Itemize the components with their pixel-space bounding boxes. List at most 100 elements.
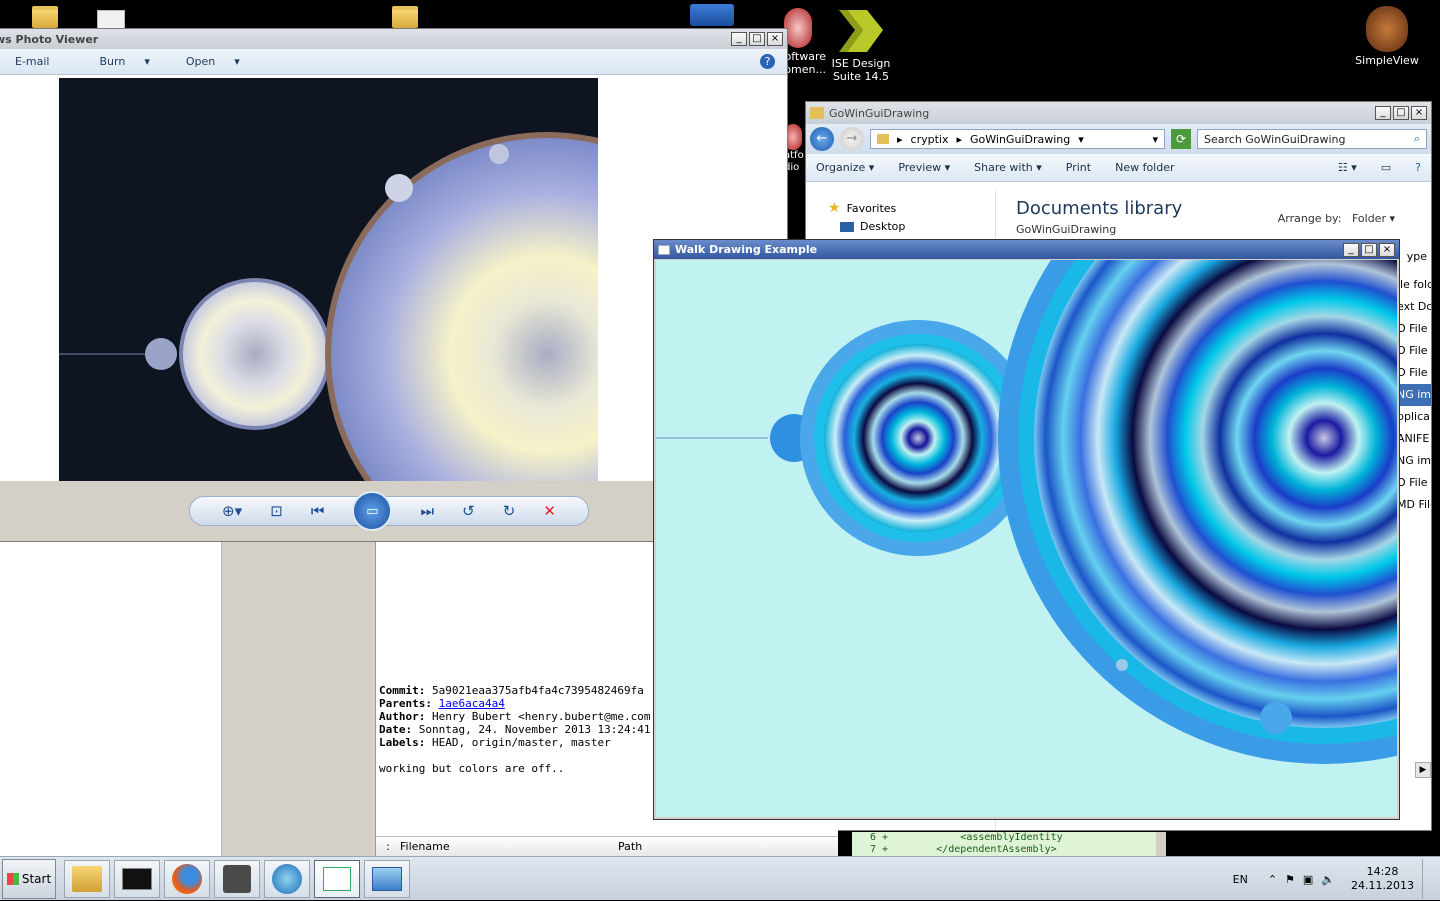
slideshow-button[interactable]: ▭ [352, 491, 393, 531]
taskbar-sublime[interactable] [214, 859, 260, 898]
desktop-shortcut-ise[interactable]: ISE Design Suite 14.5 [826, 8, 896, 83]
taskbar-sourcetree[interactable] [264, 859, 310, 898]
close-button[interactable]: × [767, 32, 783, 46]
rotate-ccw-icon[interactable]: ↺ [462, 502, 475, 520]
close-button[interactable]: × [1411, 106, 1427, 120]
list-item[interactable]: O File [1397, 340, 1431, 362]
flag-icon[interactable]: ⚑ [1285, 873, 1295, 886]
desktop-folder-icon[interactable] [10, 6, 80, 30]
arrange-by[interactable]: Arrange by: Folder ▾ [1278, 212, 1395, 225]
share-with-button[interactable]: Share with ▾ [974, 161, 1042, 174]
taskbar-firefox[interactable] [164, 859, 210, 898]
pane-icon[interactable]: ▭ [1381, 161, 1391, 174]
nav-item-favorites[interactable]: ★ Favorites [806, 190, 995, 216]
column-header-filename[interactable]: Filename [400, 840, 618, 853]
help-icon[interactable]: ? [1415, 161, 1421, 174]
breadcrumb[interactable]: ▸ cryptix ▸ GoWinGuiDrawing ▾ ▾ [870, 129, 1165, 149]
minimize-button[interactable]: _ [1343, 242, 1359, 257]
volume-icon[interactable]: 🔈 [1321, 873, 1335, 886]
diff-line: 6 + <assemblyIdentity [870, 832, 1063, 843]
taskbar-cmd[interactable] [114, 859, 160, 898]
search-icon[interactable]: ⌕ [1414, 132, 1420, 146]
fractal-drawing [656, 260, 1397, 764]
taskbar-photo-viewer[interactable] [364, 859, 410, 898]
email-menu[interactable]: E-mail [0, 55, 62, 68]
next-icon[interactable]: ⏭ [420, 502, 434, 520]
refresh-button[interactable]: ⟳ [1171, 129, 1191, 149]
breadcrumb-item[interactable]: GoWinGuiDrawing [970, 133, 1070, 146]
controls-pill: ⊕▾ ⊡ ⏮ ▭ ⏭ ↺ ↻ ✕ [189, 491, 589, 531]
burn-menu[interactable]: Burn ▾ [62, 55, 162, 68]
maximize-button[interactable]: □ [1393, 106, 1409, 120]
taskbar: Start EN ⌃ ⚑ ▣ 🔈 14:28 24.11.2013 [0, 856, 1440, 900]
start-button[interactable]: Start [2, 858, 56, 899]
network-icon[interactable]: ▣ [1303, 873, 1313, 886]
rotate-cw-icon[interactable]: ↻ [503, 502, 516, 520]
list-item[interactable]: ANIFE [1397, 428, 1431, 450]
previous-icon[interactable]: ⏮ [311, 502, 325, 520]
fit-icon[interactable]: ⊡ [270, 502, 283, 520]
scroll-right-button[interactable]: ▶ [1415, 762, 1431, 778]
zoom-icon[interactable]: ⊕▾ [222, 502, 242, 520]
scrollbar[interactable] [1156, 832, 1166, 856]
library-subtitle: GoWinGuiDrawing [1016, 223, 1117, 236]
file-type-column: ile fold ext Do O File O File O File NG … [1397, 274, 1431, 516]
drawing-canvas[interactable] [656, 260, 1397, 817]
folder-icon [810, 107, 824, 119]
delete-icon[interactable]: ✕ [543, 502, 556, 520]
list-item[interactable]: MD File [1397, 494, 1431, 516]
list-item-selected[interactable]: NG ima [1397, 384, 1431, 406]
desktop-app-icon[interactable] [677, 4, 747, 28]
list-item[interactable]: NG ima [1397, 450, 1431, 472]
library-title: Documents library [1016, 198, 1183, 219]
view-icon[interactable]: ☷ ▾ [1338, 161, 1357, 174]
chevron-down-icon[interactable]: ▾ [1152, 133, 1158, 146]
list-item[interactable]: ext Do [1397, 296, 1431, 318]
preview-button[interactable]: Preview ▾ [898, 161, 950, 174]
walk-drawing-window[interactable]: Walk Drawing Example _ □ × [653, 239, 1400, 820]
maximize-button[interactable]: □ [749, 32, 765, 46]
list-item[interactable]: O File [1397, 318, 1431, 340]
back-button[interactable]: ← [810, 127, 834, 151]
close-button[interactable]: × [1379, 242, 1395, 257]
list-item[interactable]: O File [1397, 472, 1431, 494]
parents-label: Parents: [379, 697, 432, 710]
parent-link[interactable]: 1ae6aca4a4 [439, 697, 505, 710]
open-menu[interactable]: Open ▾ [162, 55, 252, 68]
nav-item-desktop[interactable]: Desktop [806, 216, 995, 233]
photo-viewer-titlebar[interactable]: ws Photo Viewer _ □ × [0, 29, 787, 49]
list-item[interactable]: ile fold [1397, 274, 1431, 296]
minimize-button[interactable]: _ [1375, 106, 1391, 120]
search-input[interactable]: Search GoWinGuiDrawing ⌕ [1197, 129, 1427, 149]
desktop-folder-icon-2[interactable] [370, 6, 440, 30]
language-indicator[interactable]: EN [1233, 873, 1248, 886]
show-desktop-button[interactable] [1422, 859, 1436, 899]
organize-button[interactable]: Organize ▾ [816, 161, 874, 174]
minimize-button[interactable]: _ [731, 32, 747, 46]
clock[interactable]: 14:28 24.11.2013 [1351, 865, 1414, 893]
folder-icon [72, 865, 102, 892]
list-item[interactable]: pplica [1397, 406, 1431, 428]
app-icon [690, 4, 734, 26]
taskbar-walk-app[interactable] [314, 859, 360, 898]
print-button[interactable]: Print [1066, 161, 1091, 174]
photo-icon [372, 866, 402, 891]
search-placeholder: Search GoWinGuiDrawing [1204, 132, 1346, 146]
arrange-value[interactable]: Folder [1352, 212, 1386, 225]
help-icon[interactable]: ? [760, 54, 775, 69]
breadcrumb-item[interactable]: cryptix [911, 133, 949, 146]
explorer-titlebar[interactable]: GoWinGuiDrawing _ □ × [806, 102, 1431, 124]
taskbar-explorer[interactable] [64, 859, 110, 898]
show-hidden-icons[interactable]: ⌃ [1268, 873, 1277, 886]
list-item[interactable]: O File [1397, 362, 1431, 384]
chevron-down-icon[interactable]: ▾ [1078, 133, 1084, 146]
new-folder-button[interactable]: New folder [1115, 161, 1174, 174]
walk-titlebar[interactable]: Walk Drawing Example _ □ × [654, 240, 1399, 259]
labels-label: Labels: [379, 736, 426, 749]
column-header-path[interactable]: Path [618, 840, 642, 853]
column-header-type[interactable]: ype [1407, 250, 1427, 263]
forward-button[interactable]: → [840, 127, 864, 151]
library-header: Documents library GoWinGuiDrawing [1016, 198, 1182, 236]
maximize-button[interactable]: □ [1361, 242, 1377, 257]
desktop-shortcut-simpleview[interactable]: SimpleView [1352, 6, 1422, 67]
